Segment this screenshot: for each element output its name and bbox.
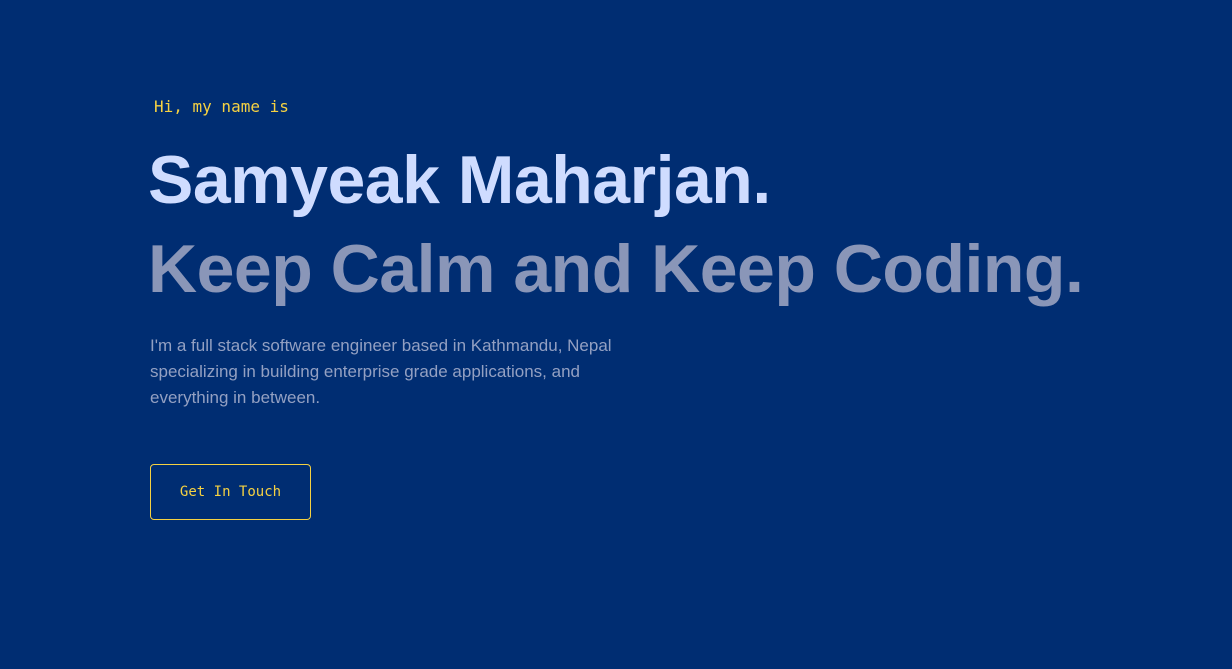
tagline-heading: Keep Calm and Keep Coding.	[148, 231, 1084, 307]
hero-section: Hi, my name is Samyeak Maharjan. Keep Ca…	[0, 0, 1232, 669]
intro-text: Hi, my name is	[154, 97, 289, 116]
bio-text: I'm a full stack software engineer based…	[150, 336, 612, 407]
name-heading: Samyeak Maharjan.	[148, 142, 771, 218]
get-in-touch-button[interactable]: Get In Touch	[150, 464, 311, 520]
